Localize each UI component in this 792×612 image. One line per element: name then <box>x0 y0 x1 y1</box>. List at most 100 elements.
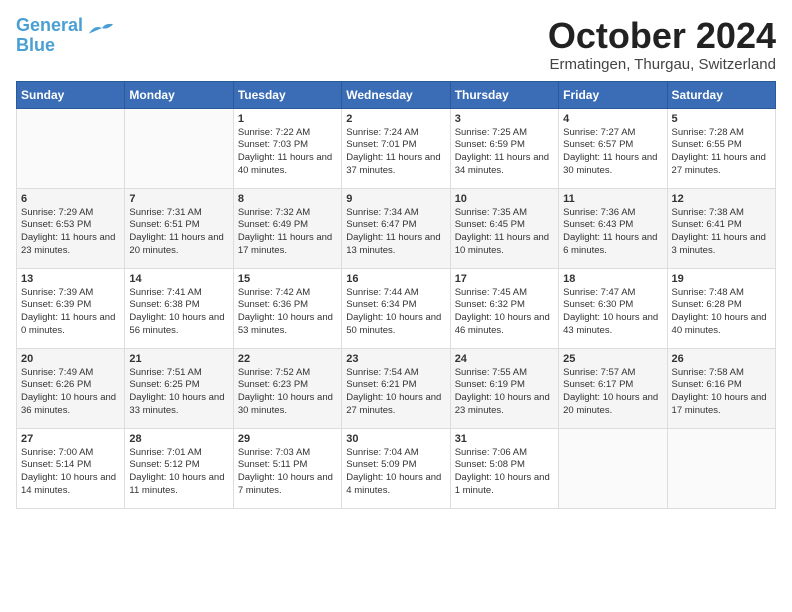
calendar-cell: 5 Sunrise: 7:28 AM Sunset: 6:55 PM Daylig… <box>667 108 775 188</box>
day-number: 31 <box>455 433 554 445</box>
calendar-week-row: 27Sunrise: 7:00 AM Sunset: 5:14 PM Dayli… <box>17 428 776 508</box>
day-content: Sunrise: 7:54 AM Sunset: 6:21 PM Dayligh… <box>346 367 445 418</box>
calendar-cell: 29 Sunrise: 7:03 AM Sunset: 5:11 PM Dayli… <box>233 428 341 508</box>
day-content: Sunrise: 7:36 AM Sunset: 6:43 PM Dayligh… <box>563 207 662 258</box>
logo: GeneralBlue <box>16 16 115 56</box>
day-number: 21 <box>129 353 228 365</box>
calendar-cell: 21 Sunrise: 7:51 AM Sunset: 6:25 PM Dayli… <box>125 348 233 428</box>
day-number: 2 <box>346 113 445 125</box>
day-number: 13 <box>21 273 120 285</box>
calendar-cell: 26Sunrise: 7:58 AM Sunset: 6:16 PM Dayli… <box>667 348 775 428</box>
day-content: Sunrise: 7:45 AM Sunset: 6:32 PM Dayligh… <box>455 287 554 338</box>
day-content: Sunrise: 7:55 AM Sunset: 6:19 PM Dayligh… <box>455 367 554 418</box>
day-number: 5 <box>672 113 771 125</box>
day-content: Sunrise: 7:57 AM Sunset: 6:17 PM Dayligh… <box>563 367 662 418</box>
calendar-cell: 2 Sunrise: 7:24 AM Sunset: 7:01 PM Daylig… <box>342 108 450 188</box>
day-content: Sunrise: 7:24 AM Sunset: 7:01 PM Dayligh… <box>346 127 445 178</box>
day-number: 8 <box>238 193 337 205</box>
title-block: October 2024 Ermatingen, Thurgau, Switze… <box>548 16 776 73</box>
calendar-cell: 17 Sunrise: 7:45 AM Sunset: 6:32 PM Dayli… <box>450 268 558 348</box>
day-number: 4 <box>563 113 662 125</box>
weekday-header: Saturday <box>667 81 775 108</box>
day-number: 23 <box>346 353 445 365</box>
calendar-cell: 19 Sunrise: 7:48 AM Sunset: 6:28 PM Dayli… <box>667 268 775 348</box>
calendar-cell: 9Sunrise: 7:34 AM Sunset: 6:47 PM Daylig… <box>342 188 450 268</box>
calendar-cell: 16 Sunrise: 7:44 AM Sunset: 6:34 PM Dayli… <box>342 268 450 348</box>
calendar-cell: 28 Sunrise: 7:01 AM Sunset: 5:12 PM Dayli… <box>125 428 233 508</box>
day-content: Sunrise: 7:42 AM Sunset: 6:36 PM Dayligh… <box>238 287 337 338</box>
location-subtitle: Ermatingen, Thurgau, Switzerland <box>548 56 776 73</box>
calendar-cell: 8Sunrise: 7:32 AM Sunset: 6:49 PM Daylig… <box>233 188 341 268</box>
calendar-cell: 23 Sunrise: 7:54 AM Sunset: 6:21 PM Dayli… <box>342 348 450 428</box>
day-number: 28 <box>129 433 228 445</box>
day-number: 30 <box>346 433 445 445</box>
day-number: 12 <box>672 193 771 205</box>
calendar-cell <box>125 108 233 188</box>
calendar-cell: 7 Sunrise: 7:31 AM Sunset: 6:51 PM Daylig… <box>125 188 233 268</box>
day-content: Sunrise: 7:28 AM Sunset: 6:55 PM Dayligh… <box>672 127 771 178</box>
day-content: Sunrise: 7:01 AM Sunset: 5:12 PM Dayligh… <box>129 447 228 498</box>
calendar-cell <box>559 428 667 508</box>
calendar-cell <box>17 108 125 188</box>
day-number: 1 <box>238 113 337 125</box>
day-content: Sunrise: 7:38 AM Sunset: 6:41 PM Dayligh… <box>672 207 771 258</box>
day-content: Sunrise: 7:29 AM Sunset: 6:53 PM Dayligh… <box>21 207 120 258</box>
day-number: 27 <box>21 433 120 445</box>
calendar-cell: 13 Sunrise: 7:39 AM Sunset: 6:39 PM Dayli… <box>17 268 125 348</box>
calendar-cell: 10Sunrise: 7:35 AM Sunset: 6:45 PM Dayli… <box>450 188 558 268</box>
day-content: Sunrise: 7:34 AM Sunset: 6:47 PM Dayligh… <box>346 207 445 258</box>
day-number: 10 <box>455 193 554 205</box>
calendar-table: SundayMondayTuesdayWednesdayThursdayFrid… <box>16 81 776 509</box>
calendar-cell: 25 Sunrise: 7:57 AM Sunset: 6:17 PM Dayli… <box>559 348 667 428</box>
weekday-header: Thursday <box>450 81 558 108</box>
day-content: Sunrise: 7:39 AM Sunset: 6:39 PM Dayligh… <box>21 287 120 338</box>
day-content: Sunrise: 7:25 AM Sunset: 6:59 PM Dayligh… <box>455 127 554 178</box>
calendar-cell: 4Sunrise: 7:27 AM Sunset: 6:57 PM Daylig… <box>559 108 667 188</box>
calendar-cell: 11 Sunrise: 7:36 AM Sunset: 6:43 PM Dayli… <box>559 188 667 268</box>
day-number: 11 <box>563 193 662 205</box>
calendar-cell: 12 Sunrise: 7:38 AM Sunset: 6:41 PM Dayli… <box>667 188 775 268</box>
day-content: Sunrise: 7:04 AM Sunset: 5:09 PM Dayligh… <box>346 447 445 498</box>
logo-text: GeneralBlue <box>16 16 83 56</box>
calendar-cell: 22 Sunrise: 7:52 AM Sunset: 6:23 PM Dayli… <box>233 348 341 428</box>
day-content: Sunrise: 7:31 AM Sunset: 6:51 PM Dayligh… <box>129 207 228 258</box>
calendar-week-row: 1 Sunrise: 7:22 AM Sunset: 7:03 PM Daylig… <box>17 108 776 188</box>
day-number: 16 <box>346 273 445 285</box>
day-number: 3 <box>455 113 554 125</box>
day-number: 19 <box>672 273 771 285</box>
day-content: Sunrise: 7:22 AM Sunset: 7:03 PM Dayligh… <box>238 127 337 178</box>
day-content: Sunrise: 7:03 AM Sunset: 5:11 PM Dayligh… <box>238 447 337 498</box>
day-content: Sunrise: 7:48 AM Sunset: 6:28 PM Dayligh… <box>672 287 771 338</box>
weekday-header: Friday <box>559 81 667 108</box>
calendar-body: 1 Sunrise: 7:22 AM Sunset: 7:03 PM Daylig… <box>17 108 776 508</box>
day-number: 22 <box>238 353 337 365</box>
day-content: Sunrise: 7:41 AM Sunset: 6:38 PM Dayligh… <box>129 287 228 338</box>
day-content: Sunrise: 7:44 AM Sunset: 6:34 PM Dayligh… <box>346 287 445 338</box>
day-content: Sunrise: 7:06 AM Sunset: 5:08 PM Dayligh… <box>455 447 554 498</box>
day-number: 26 <box>672 353 771 365</box>
day-number: 29 <box>238 433 337 445</box>
calendar-week-row: 6 Sunrise: 7:29 AM Sunset: 6:53 PM Daylig… <box>17 188 776 268</box>
day-number: 7 <box>129 193 228 205</box>
weekday-header: Monday <box>125 81 233 108</box>
day-content: Sunrise: 7:51 AM Sunset: 6:25 PM Dayligh… <box>129 367 228 418</box>
day-content: Sunrise: 7:52 AM Sunset: 6:23 PM Dayligh… <box>238 367 337 418</box>
calendar-header-row: SundayMondayTuesdayWednesdayThursdayFrid… <box>17 81 776 108</box>
calendar-week-row: 13 Sunrise: 7:39 AM Sunset: 6:39 PM Dayli… <box>17 268 776 348</box>
day-number: 17 <box>455 273 554 285</box>
calendar-cell: 31 Sunrise: 7:06 AM Sunset: 5:08 PM Dayli… <box>450 428 558 508</box>
day-number: 15 <box>238 273 337 285</box>
calendar-cell: 27Sunrise: 7:00 AM Sunset: 5:14 PM Dayli… <box>17 428 125 508</box>
calendar-cell: 14 Sunrise: 7:41 AM Sunset: 6:38 PM Dayli… <box>125 268 233 348</box>
day-number: 24 <box>455 353 554 365</box>
weekday-header: Tuesday <box>233 81 341 108</box>
calendar-cell: 18Sunrise: 7:47 AM Sunset: 6:30 PM Dayli… <box>559 268 667 348</box>
weekday-header: Sunday <box>17 81 125 108</box>
day-number: 6 <box>21 193 120 205</box>
day-number: 25 <box>563 353 662 365</box>
day-number: 14 <box>129 273 228 285</box>
calendar-cell: 1 Sunrise: 7:22 AM Sunset: 7:03 PM Daylig… <box>233 108 341 188</box>
day-content: Sunrise: 7:49 AM Sunset: 6:26 PM Dayligh… <box>21 367 120 418</box>
calendar-cell <box>667 428 775 508</box>
weekday-header: Wednesday <box>342 81 450 108</box>
